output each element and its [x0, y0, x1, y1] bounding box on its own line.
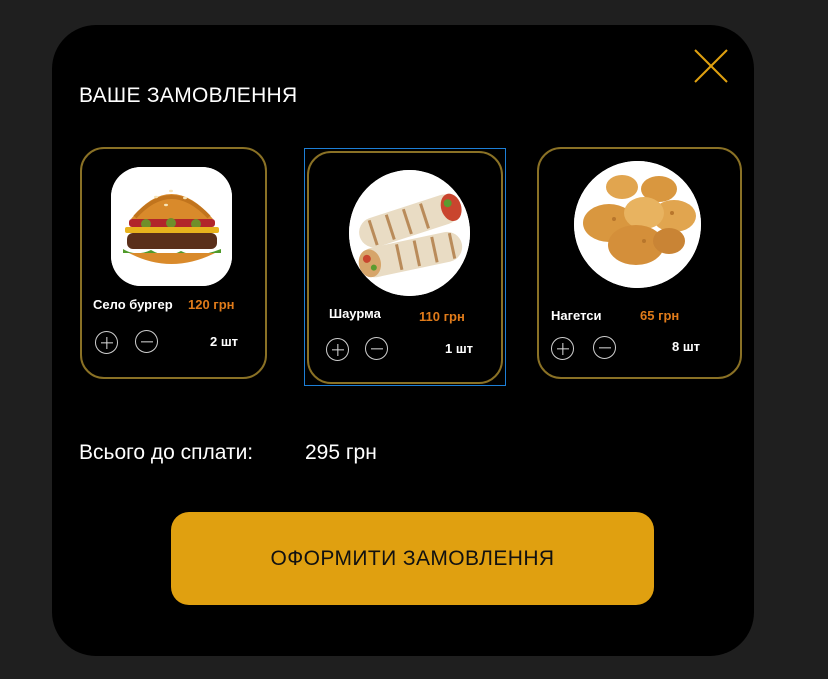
- increase-quantity-button[interactable]: [551, 337, 574, 360]
- item-price: 65 грн: [640, 308, 680, 323]
- shawarma-photo: [349, 170, 470, 296]
- item-quantity: 1 шт: [445, 341, 474, 356]
- increase-quantity-button[interactable]: [95, 331, 118, 354]
- decrease-quantity-button[interactable]: [365, 337, 388, 360]
- total-value: 295 грн: [305, 441, 377, 464]
- nuggets-photo: [574, 161, 701, 288]
- order-item-card: Нагетси 65 грн 8 шт: [537, 147, 742, 379]
- decrease-quantity-button[interactable]: [593, 336, 616, 359]
- order-item-card: Шаурма 110 грн 1 шт: [307, 151, 503, 384]
- burger-photo: [111, 167, 232, 286]
- checkout-button[interactable]: ОФОРМИТИ ЗАМОВЛЕННЯ: [171, 512, 654, 605]
- item-price: 110 грн: [419, 309, 465, 324]
- close-icon[interactable]: [693, 48, 729, 84]
- decrease-quantity-button[interactable]: [135, 330, 158, 353]
- item-name: Село бургер: [93, 297, 173, 312]
- modal-title: ВАШЕ ЗАМОВЛЕННЯ: [79, 84, 298, 107]
- order-item-card: Село бургер 120 грн 2 шт: [80, 147, 267, 379]
- item-price: 120 грн: [188, 297, 235, 312]
- item-name: Шаурма: [329, 306, 381, 321]
- item-quantity: 8 шт: [672, 339, 701, 354]
- item-name: Нагетси: [551, 308, 602, 323]
- total-label: Всього до сплати:: [79, 441, 254, 464]
- increase-quantity-button[interactable]: [326, 338, 349, 361]
- checkout-button-label: ОФОРМИТИ ЗАМОВЛЕННЯ: [270, 546, 555, 570]
- item-quantity: 2 шт: [210, 334, 239, 349]
